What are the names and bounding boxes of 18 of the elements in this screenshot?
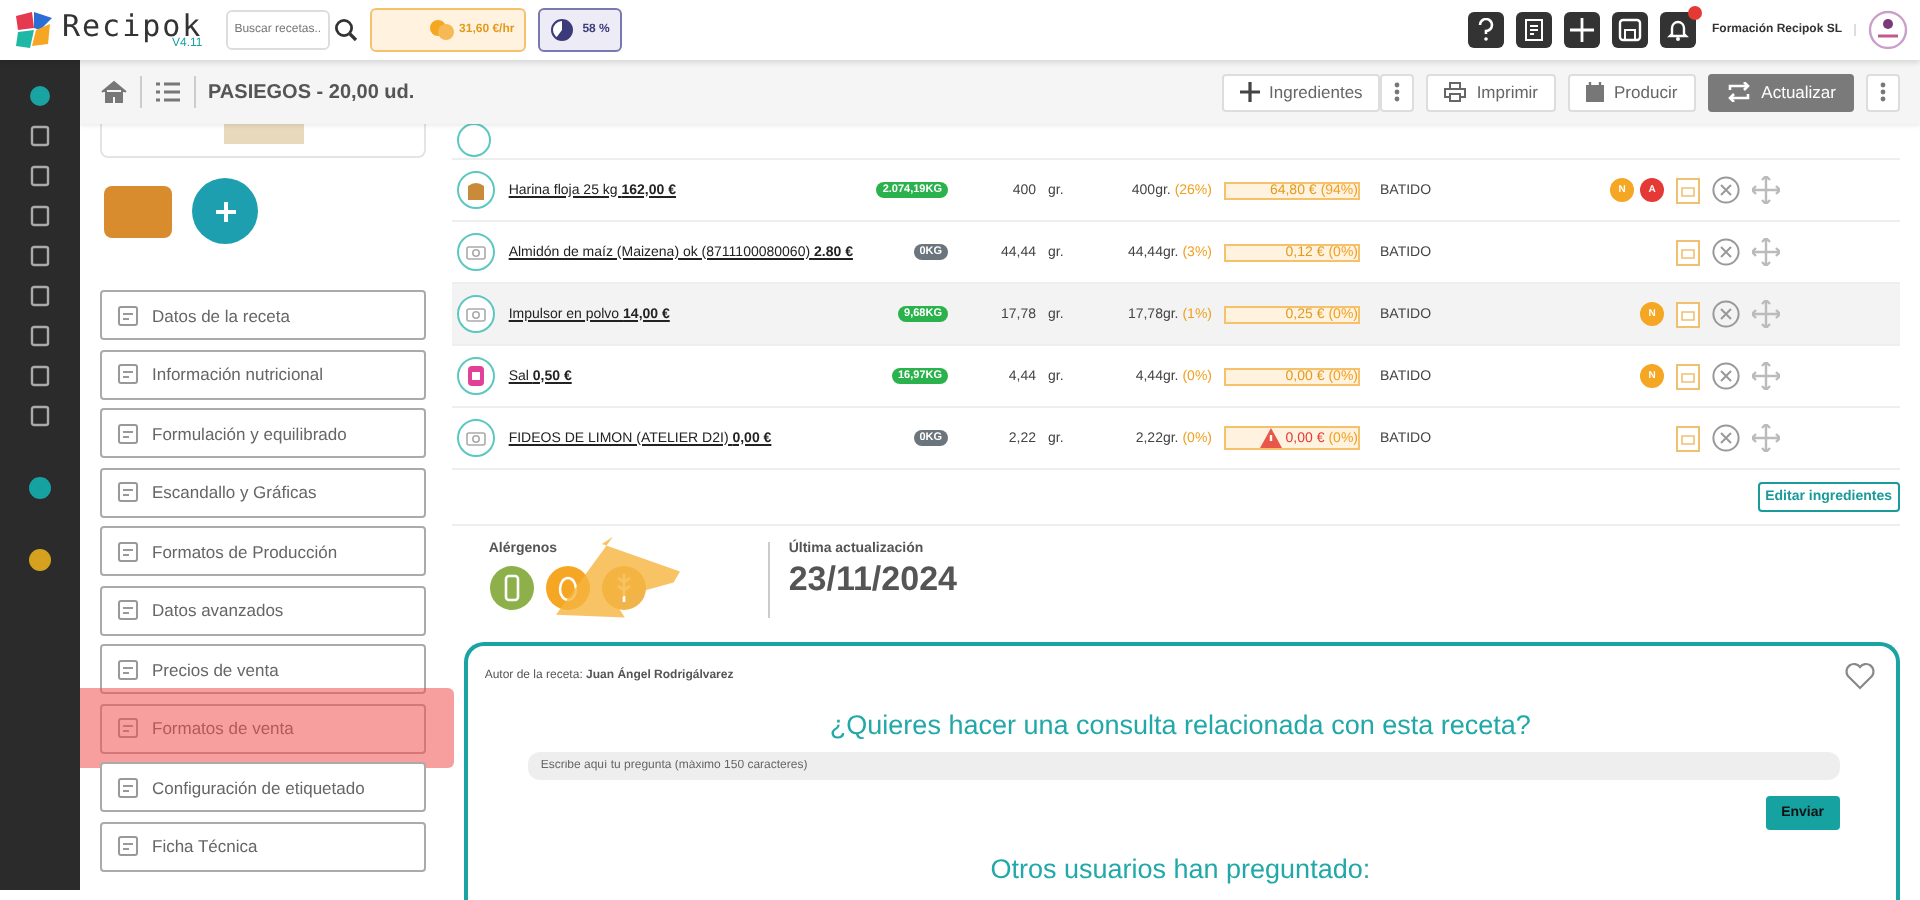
add-ingredients-button[interactable]: Ingredientes — [1221, 73, 1381, 111]
other-questions-heading: Otros usuarios han preguntado: — [988, 854, 1373, 884]
recipe-section-button[interactable]: Datos avanzados — [100, 585, 427, 635]
recipe-section-button[interactable]: Configuración de etiquetado — [100, 762, 427, 812]
print-button[interactable]: Imprimir — [1426, 73, 1557, 111]
recipe-section-button[interactable]: Escandallo y Gráficas — [100, 467, 427, 517]
recipe-section-button[interactable]: Formatos de Producción — [100, 526, 427, 576]
refresh-button[interactable]: Actualizar — [1707, 73, 1854, 111]
logo-wordmark: Recipok — [62, 11, 203, 41]
recipe-section-button[interactable]: Datos de la receta — [100, 290, 427, 340]
last-update-date: 23/11/2024 — [788, 560, 957, 600]
recipe-title: PASIEGOS - 20,00 ud. — [208, 81, 415, 103]
recipe-section-button[interactable]: Precios de venta — [100, 644, 427, 694]
recipe-section-button[interactable]: Ficha Técnica — [100, 821, 427, 871]
recipe-section-button[interactable]: Formulación y equilibrado — [100, 408, 427, 458]
question-heading: ¿Quieres hacer una consulta relacionada con esta receta? — [827, 710, 1533, 740]
recipe-section-button[interactable]: Información nutricional — [100, 349, 427, 399]
produce-button[interactable]: Producir — [1568, 73, 1696, 111]
